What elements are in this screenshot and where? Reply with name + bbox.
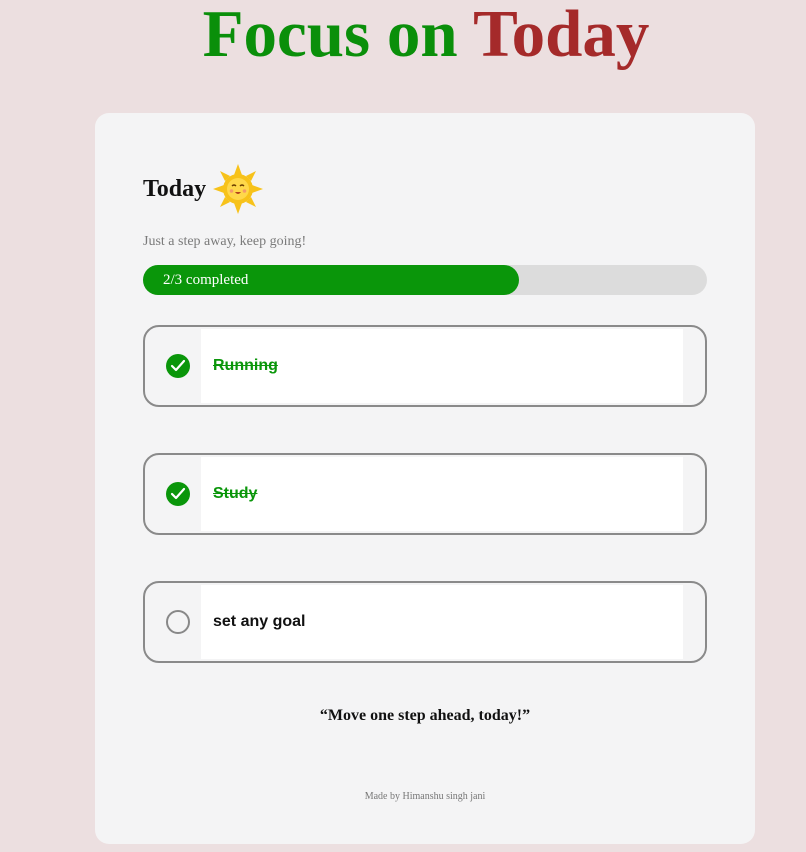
smiling-sun-icon xyxy=(212,163,264,215)
subtitle: Just a step away, keep going! xyxy=(143,234,307,249)
page-title: Focus on Today xyxy=(0,0,806,74)
goal-input-2[interactable]: Study xyxy=(201,457,683,531)
goal-label-3: set any goal xyxy=(213,613,306,630)
goal-item-3: set any goal xyxy=(143,581,707,663)
check-circle-icon[interactable] xyxy=(166,354,190,378)
goal-input-1[interactable]: Running xyxy=(201,329,683,403)
page-title-focus: Focus on xyxy=(202,0,458,71)
progress-label: 2/3 completed xyxy=(163,272,249,288)
goal-item-1: Running xyxy=(143,325,707,407)
motivational-quote: “Move one step ahead, today!” xyxy=(319,707,531,724)
empty-circle-icon[interactable] xyxy=(166,610,190,634)
progress-bar: 2/3 completed xyxy=(143,265,707,295)
today-heading-row: Today xyxy=(143,163,264,215)
check-circle-icon[interactable] xyxy=(166,482,190,506)
goal-label-1: Running xyxy=(213,357,278,374)
goals-card: Today Just a step away, keep going! 2/3 … xyxy=(95,113,755,844)
today-heading: Today xyxy=(143,175,207,202)
page-title-today: Today xyxy=(473,0,650,71)
footer-credit: Made by Himanshu singh jani xyxy=(364,791,486,802)
goal-label-2: Study xyxy=(213,485,258,502)
goal-input-3[interactable]: set any goal xyxy=(201,585,683,659)
goal-item-2: Study xyxy=(143,453,707,535)
